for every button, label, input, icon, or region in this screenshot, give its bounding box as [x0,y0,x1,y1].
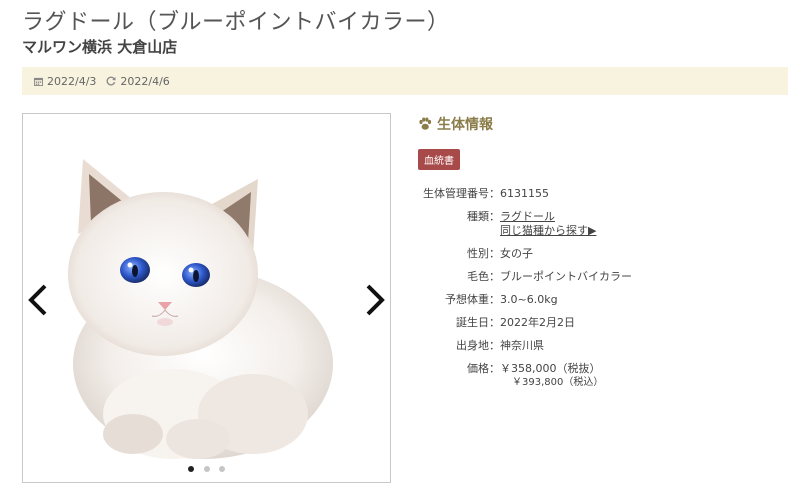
pet-info: 生体情報 血統書 生体管理番号： 6131155 種類： ラグドール 同じ猫種か… [418,113,788,399]
kitten-photo [68,159,333,459]
updated-date: 2022/4/6 [106,74,170,88]
chevron-right-icon [366,284,385,316]
pedigree-badge: 血統書 [418,149,460,170]
paw-icon [419,117,432,130]
carousel-dot[interactable] [188,466,195,472]
refresh-icon [106,76,116,86]
info-row: 出身地： 神奈川県 [418,339,788,353]
page-title: ラグドール（ブルーポイントバイカラー） [22,10,450,35]
section-title: 生体情報 [437,117,493,133]
image-carousel[interactable] [22,113,391,483]
price-excl-tax: ￥358,000（税抜） [500,362,601,375]
row-label: 性別： [467,247,500,260]
price-incl-tax: ￥393,800（税込） [512,377,604,388]
price-value: ￥358,000（税抜） ￥393,800（税込） [500,362,603,390]
info-row: 価格： ￥358,000（税抜） ￥393,800（税込） [418,362,788,390]
posted-date-text: 2022/4/3 [47,74,97,88]
management-number: 6131155 [500,187,549,200]
carousel-dot[interactable] [203,466,210,472]
shop-name: マルワン横浜 大倉山店 [22,38,178,56]
expected-weight-value: 3.0~6.0kg [500,293,558,306]
updated-date-text: 2022/4/6 [120,74,170,88]
same-breed-search-link[interactable]: 同じ猫種から探す▶ [500,224,596,238]
info-table: 生体管理番号： 6131155 種類： ラグドール 同じ猫種から探す▶ 性別： … [418,187,788,390]
date-bar: 2022/4/3 2022/4/6 [22,67,788,95]
row-label: 種類： [467,210,500,223]
row-label: 誕生日： [456,316,500,329]
row-label: 毛色： [467,270,500,283]
birthday-value: 2022年2月2日 [500,316,575,329]
info-row: 生体管理番号： 6131155 [418,187,788,201]
carousel-dots [23,457,390,476]
info-row: 予想体重： 3.0~6.0kg [418,293,788,307]
info-row: 性別： 女の子 [418,247,788,261]
coat-color-value: ブルーポイントバイカラー [500,270,632,283]
breed-value: ラグドール 同じ猫種から探す▶ [500,210,596,238]
row-label: 生体管理番号： [423,187,500,200]
row-label: 出身地： [456,339,500,352]
carousel-dot[interactable] [218,466,225,472]
info-row: 毛色： ブルーポイントバイカラー [418,270,788,284]
calendar-icon [34,77,43,86]
section-heading: 生体情報 [418,113,788,135]
origin-value: 神奈川県 [500,339,544,352]
info-row: 種類： ラグドール 同じ猫種から探す▶ [418,210,788,238]
carousel-prev-button[interactable] [26,282,50,318]
info-row: 誕生日： 2022年2月2日 [418,316,788,330]
breed-link[interactable]: ラグドール [500,210,596,224]
carousel-next-button[interactable] [363,282,387,318]
row-label: 予想体重： [445,293,500,306]
sex-value: 女の子 [500,247,533,260]
chevron-left-icon [28,284,47,316]
row-label: 価格： [467,362,500,375]
posted-date: 2022/4/3 [34,75,96,88]
